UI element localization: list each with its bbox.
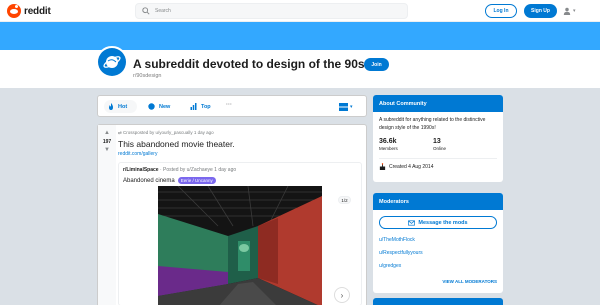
- card-view-icon: [339, 102, 348, 111]
- about-description: A subreddit for anything related to the …: [379, 117, 486, 131]
- post-meta-text: Crossposted by u/yourly_pascually 1 day …: [123, 130, 214, 135]
- post-title[interactable]: This abandoned movie theater.: [118, 139, 235, 149]
- post-card[interactable]: ▲ 197 ▼ ⇄ Crossposted by u/yourly_pascua…: [97, 124, 367, 305]
- top-header: reddit Search Log In Sign Up ▾: [0, 0, 600, 22]
- moderators-widget: Moderators Message the mods u/TheMothFlo…: [373, 193, 503, 293]
- subreddit-banner: [0, 22, 600, 50]
- subreddit-avatar: [96, 46, 128, 78]
- embed-subreddit[interactable]: r/LiminalSpace: [123, 167, 159, 173]
- about-community-widget: About Community A subreddit for anything…: [373, 95, 503, 182]
- next-widget-header: [373, 298, 503, 305]
- sort-top[interactable]: Top: [190, 100, 211, 113]
- about-heading: About Community: [373, 95, 503, 112]
- view-all-moderators-link[interactable]: VIEW ALL MODERATORS: [442, 279, 497, 284]
- moderator-link[interactable]: u/TheMothFlock: [379, 237, 415, 243]
- online-count: 13: [433, 138, 441, 145]
- search-icon: [142, 7, 150, 15]
- post-link[interactable]: reddit.com/gallery: [118, 151, 157, 157]
- online-stat: 13 Online: [433, 138, 446, 151]
- embed-title-text: Abandoned cinema: [123, 177, 175, 184]
- gallery-image[interactable]: [158, 186, 322, 305]
- downvote-icon[interactable]: ▼: [104, 147, 110, 154]
- search-input[interactable]: Search: [135, 3, 408, 19]
- moderator-link[interactable]: u/Respectfullyyours: [379, 250, 423, 256]
- moderator-link[interactable]: u/gredgex: [379, 263, 401, 269]
- created-text: Created 4 Aug 2014: [389, 163, 434, 170]
- search-placeholder: Search: [155, 8, 171, 14]
- chevron-down-icon: ▾: [350, 103, 353, 110]
- sparkle-icon: [148, 103, 155, 110]
- signup-button[interactable]: Sign Up: [524, 4, 557, 18]
- crosspost-embed[interactable]: r/LiminalSpace · Posted by u/Zachaeye 1 …: [118, 162, 362, 305]
- mail-icon: [408, 219, 416, 226]
- cake-icon: [379, 163, 386, 170]
- vote-column: ▲ 197 ▼: [98, 125, 116, 305]
- reddit-snoo-icon: [7, 4, 21, 18]
- online-label: Online: [433, 146, 447, 151]
- sort-top-label: Top: [201, 103, 211, 110]
- page-title: A subreddit devoted to design of the 90s: [133, 57, 365, 71]
- upvote-icon[interactable]: ▲: [104, 130, 110, 137]
- sort-new-label: New: [159, 103, 171, 110]
- planet-icon: [103, 56, 121, 68]
- chevron-down-icon: ▾: [573, 8, 576, 14]
- sort-hot-label: Hot: [118, 103, 128, 110]
- gallery-next-button[interactable]: ›: [334, 287, 350, 303]
- members-stat: 36.6k Members: [379, 138, 398, 151]
- sort-new[interactable]: New: [148, 100, 170, 113]
- created-date: Created 4 Aug 2014: [379, 163, 433, 170]
- post-meta: ⇄ Crossposted by u/yourly_pascually 1 da…: [118, 130, 214, 136]
- members-label: Members: [379, 146, 398, 151]
- layout-toggle[interactable]: ▾: [339, 101, 359, 112]
- message-mods-button[interactable]: Message the mods: [379, 216, 497, 229]
- message-mods-label: Message the mods: [418, 219, 468, 226]
- flame-icon: [109, 103, 113, 110]
- logo-text: reddit: [24, 5, 51, 17]
- reddit-logo[interactable]: reddit: [7, 4, 51, 18]
- members-count: 36.6k: [379, 138, 397, 145]
- embed-title: Abandoned cinema Eerie / Uncanny: [123, 177, 216, 184]
- subreddit-name: r/90sdesign: [133, 73, 162, 79]
- join-button[interactable]: Join: [364, 58, 389, 71]
- user-icon: [563, 7, 571, 15]
- login-button[interactable]: Log In: [485, 4, 517, 18]
- divider: [379, 158, 497, 159]
- chart-bars-icon: [190, 103, 197, 110]
- more-options-icon[interactable]: ···: [226, 102, 232, 108]
- chevron-right-icon: ›: [340, 290, 344, 300]
- gallery-counter: 1/2: [338, 196, 351, 204]
- moderators-heading: Moderators: [373, 193, 503, 210]
- sort-bar: Hot New Top ··· ▾: [97, 95, 367, 117]
- embed-author: · Posted by u/Zachaeye 1 day ago: [158, 167, 237, 173]
- cinema-photo: [158, 186, 322, 305]
- embed-meta: r/LiminalSpace · Posted by u/Zachaeye 1 …: [123, 167, 236, 173]
- sort-hot[interactable]: Hot: [104, 100, 137, 113]
- flair-badge: Eerie / Uncanny: [177, 177, 216, 184]
- vote-count: 197: [102, 139, 112, 145]
- user-menu-dropdown[interactable]: ▾: [563, 5, 583, 17]
